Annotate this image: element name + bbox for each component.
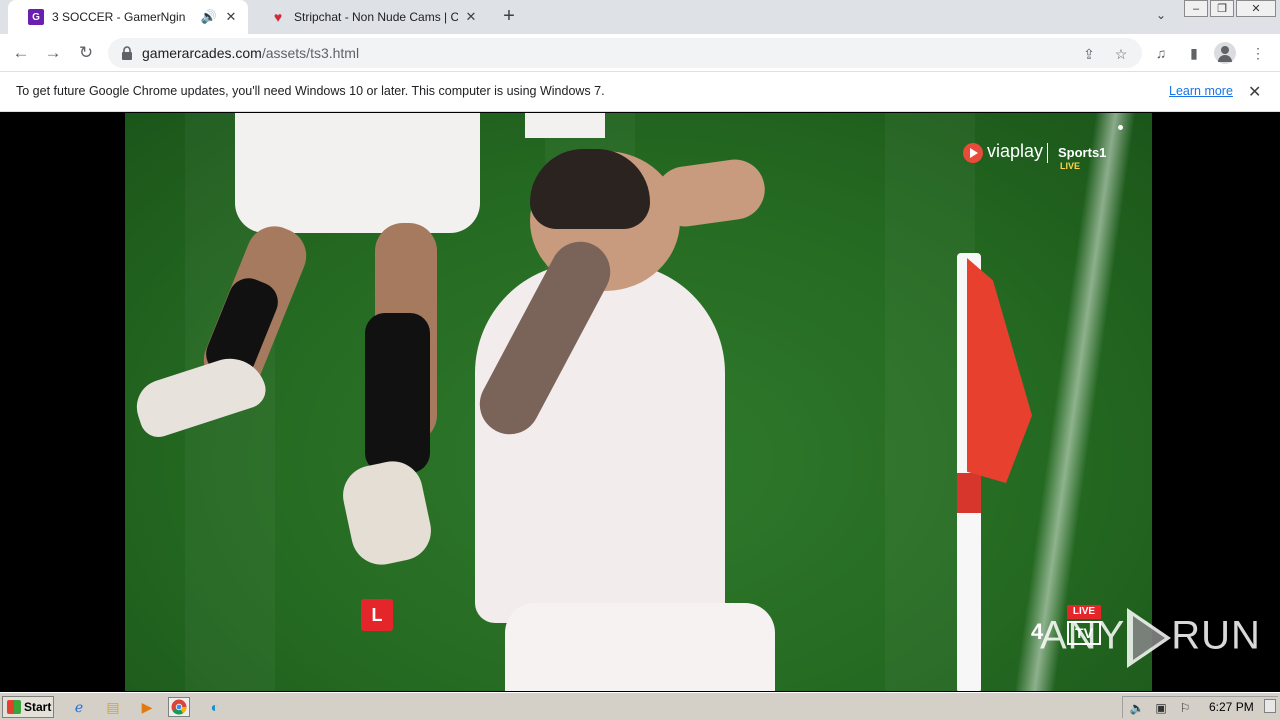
share-icon[interactable]: ⇪ [1080, 45, 1098, 63]
speaker-icon[interactable]: 🔊 [200, 8, 218, 26]
system-tray: 🔈 ▣ ⚐ 6:27 PM [1122, 696, 1278, 718]
teammate-sock [365, 313, 430, 473]
laliga-logo-icon: L [361, 599, 393, 631]
bookmark-star-icon[interactable]: ☆ [1112, 45, 1130, 63]
learn-more-link[interactable]: Learn more [1169, 84, 1233, 98]
back-icon[interactable]: ← [10, 42, 32, 64]
infobar-message: To get future Google Chrome updates, you… [16, 84, 605, 98]
live-label: LIVE [1060, 161, 1081, 171]
page-content: L viaplay Sports1 LIVE 4 LIVE TV [0, 113, 1280, 691]
player-shorts [505, 603, 775, 691]
window-controls: – ❐ ✕ [1182, 0, 1276, 18]
tab-strip: G 3 SOCCER - GamerNgin 🔊 ✕ ♥ Stripchat -… [0, 0, 1280, 34]
tab-title: Stripchat - Non Nude Cams | Chat wi [294, 10, 458, 24]
teammate-shorts [525, 113, 605, 138]
network-icon[interactable]: ▣ [1153, 700, 1169, 716]
browser-toolbar: ← → ↻ gamerarcades.com/assets/ts3.html ⇪… [0, 34, 1280, 72]
show-desktop-button[interactable] [1264, 699, 1276, 713]
profile-avatar[interactable] [1214, 42, 1236, 64]
windows-logo-icon [7, 700, 21, 714]
broadcaster-name: viaplay [987, 141, 1044, 161]
side-panel-icon[interactable]: ▮ [1184, 43, 1204, 63]
forward-icon[interactable]: → [42, 42, 64, 64]
viaplay-play-icon [963, 143, 983, 163]
chrome-icon [171, 699, 187, 715]
new-tab-button[interactable]: + [498, 6, 520, 27]
taskbar: Start ℯ ▤ ▶ ◐ 🔈 ▣ ⚐ 6:27 PM [0, 692, 1280, 720]
start-label: Start [24, 700, 52, 714]
teammate-shorts [235, 113, 480, 233]
play-icon [1127, 608, 1172, 668]
lock-icon[interactable] [120, 45, 134, 61]
teammate-boot [337, 455, 437, 571]
corner-flag [967, 258, 1032, 483]
gamerngin-logo-icon: G [28, 9, 44, 25]
url-text[interactable]: gamerarcades.com/assets/ts3.html [142, 45, 359, 61]
watermark-left-text: ANY [1040, 613, 1126, 658]
url-path: /assets/ts3.html [261, 45, 360, 61]
chrome-taskbar-icon[interactable] [168, 697, 190, 717]
action-center-flag-icon[interactable]: ⚐ [1177, 700, 1193, 716]
close-window-icon[interactable]: ✕ [1236, 0, 1276, 17]
divider [1047, 143, 1048, 163]
internet-explorer-icon[interactable]: ℯ [68, 697, 90, 717]
restore-icon[interactable]: ❐ [1210, 0, 1234, 17]
player-shirt [475, 263, 725, 623]
file-explorer-icon[interactable]: ▤ [102, 697, 124, 717]
tab-title: 3 SOCCER - GamerNgin [52, 10, 186, 24]
tab-gamerngin[interactable]: G 3 SOCCER - GamerNgin 🔊 ✕ [8, 0, 248, 34]
start-button[interactable]: Start [2, 696, 54, 718]
heart-icon: ♥ [273, 9, 283, 25]
menu-kebab-icon[interactable]: ⋮ [1248, 43, 1268, 63]
video-player[interactable]: L viaplay Sports1 LIVE 4 LIVE TV [125, 113, 1152, 691]
tab-close-icon[interactable]: ✕ [462, 8, 480, 26]
update-infobar: To get future Google Chrome updates, you… [0, 72, 1280, 112]
tab-stripchat[interactable]: ♥ Stripchat - Non Nude Cams | Chat wi ✕ [250, 0, 488, 34]
corner-flag-band [957, 473, 981, 513]
address-bar[interactable]: gamerarcades.com/assets/ts3.html ⇪ ☆ [108, 38, 1142, 68]
reload-icon[interactable]: ↻ [75, 42, 97, 64]
media-control-icon[interactable]: ♫ [1151, 43, 1171, 63]
tab-close-icon[interactable]: ✕ [222, 8, 240, 26]
minimize-icon[interactable]: – [1184, 0, 1208, 17]
watermark-right-text: RUN [1171, 613, 1261, 658]
infobar-close-icon[interactable]: ✕ [1248, 82, 1261, 102]
channel-name: Sports1 [1058, 145, 1107, 160]
chevron-down-icon[interactable]: ⌄ [1152, 8, 1170, 26]
media-player-icon[interactable]: ▶ [136, 697, 158, 717]
url-host: gamerarcades.com [142, 45, 262, 61]
clock[interactable]: 6:27 PM [1209, 700, 1254, 714]
anyrun-watermark: ANY RUN [1040, 608, 1261, 670]
edge-icon[interactable]: ◐ [204, 697, 226, 717]
volume-icon[interactable]: 🔈 [1129, 700, 1145, 716]
indicator-dot [1118, 125, 1123, 130]
